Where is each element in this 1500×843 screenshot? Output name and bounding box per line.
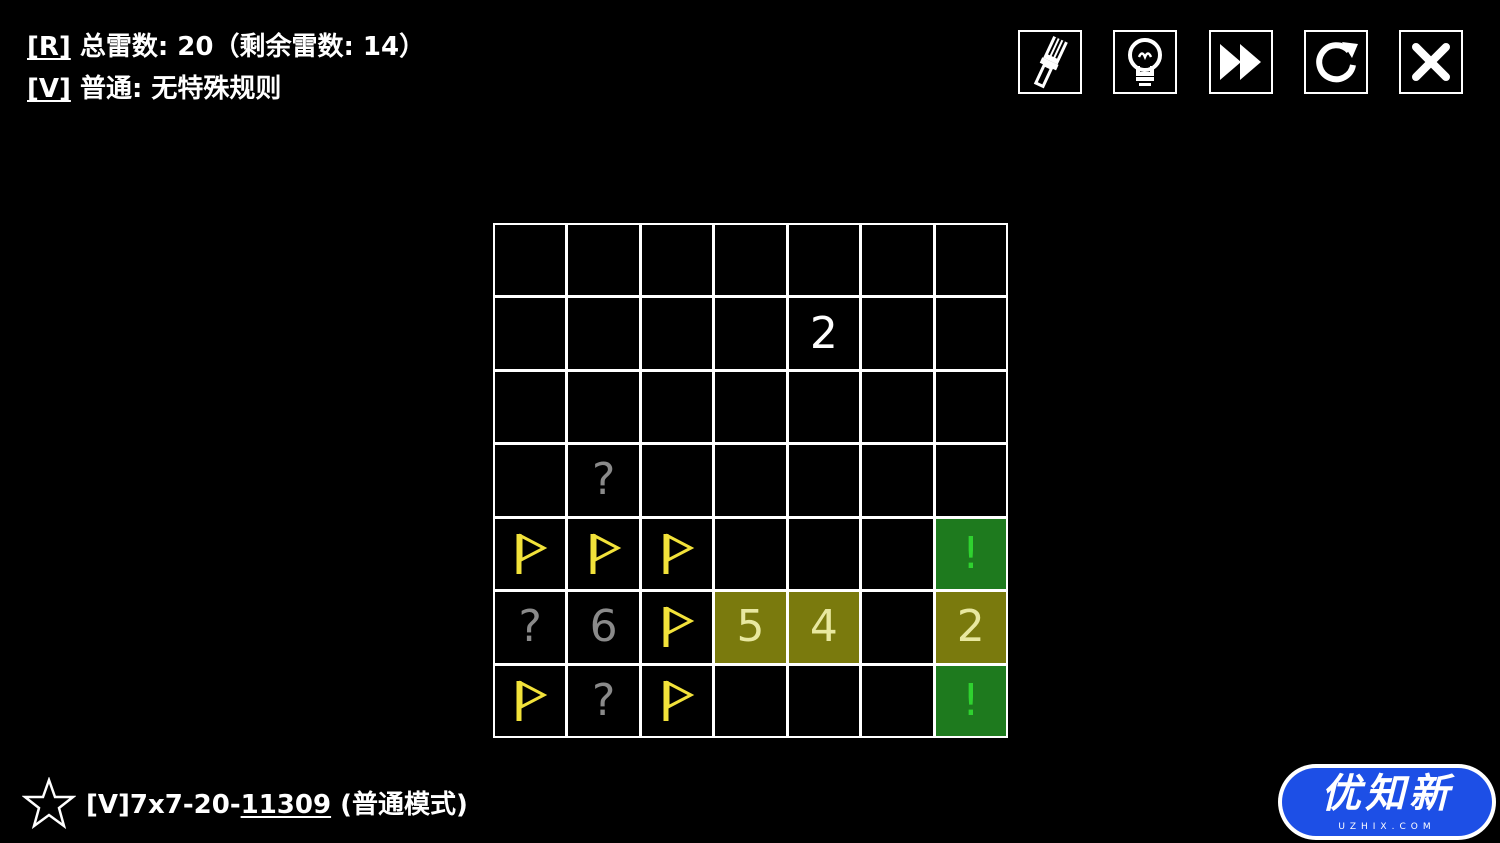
board-cell[interactable] [493,223,568,298]
restart-button[interactable] [1304,30,1368,94]
board-cell[interactable] [639,663,715,738]
rule-line-total-mines: [R] 总雷数: 20（剩余雷数: 14） [27,34,425,60]
cell-safe-mark: ! [961,527,980,579]
board-cell[interactable] [639,516,715,592]
board-cell[interactable] [860,516,935,592]
refresh-icon [1316,42,1358,83]
star-outline-icon[interactable] [22,777,76,829]
close-icon [1412,43,1450,81]
rule-text-total-mines: 总雷数: 20（剩余雷数: 14） [70,32,426,62]
watermark-badge: 优知新 UZHIX.COM [1282,768,1492,836]
board-cell[interactable] [713,296,788,371]
flag-icon [516,533,548,574]
puzzle-mode: (普通模式) [331,790,468,820]
cell-number: 5 [736,601,765,653]
board-cell[interactable]: ? [493,590,568,665]
board-cell[interactable] [639,590,715,665]
board-cell[interactable]: ? [566,663,641,738]
flag-icon [590,533,621,574]
board-cell[interactable] [786,443,862,518]
board-cell[interactable] [639,223,715,298]
flag-icon [516,680,548,721]
puzzle-id-number[interactable]: 11309 [241,790,331,820]
board-cell[interactable] [786,663,862,738]
board-cell[interactable] [493,516,568,592]
board-cell[interactable] [860,663,935,738]
board-cell[interactable] [713,369,788,445]
board-cell[interactable]: ! [933,516,1008,592]
board-cell[interactable] [713,663,788,738]
board-cell[interactable]: 2 [786,296,862,371]
watermark-title: 优知新 [1321,771,1453,817]
minesweeper-board: 2?!? 6 5 4 2?! [493,223,1008,738]
puzzle-id-label: [V]7x7-20-11309 (普通模式) [86,792,468,818]
rule-text-variant: 普通: 无特殊规则 [70,74,282,104]
flag-icon [663,606,695,648]
board-cell[interactable] [786,516,862,592]
board-cell[interactable] [713,516,788,592]
board-cell[interactable]: 6 [566,590,641,665]
board-cell[interactable] [860,443,935,518]
board-cell[interactable] [860,296,935,371]
board-cell[interactable]: 4 [786,590,862,665]
rule-prefix-r[interactable]: [R] [27,32,71,62]
board-cell[interactable] [860,590,935,665]
cell-question-mark: ? [518,601,542,653]
board-cell[interactable] [713,443,788,518]
board-cell[interactable]: ! [933,663,1008,738]
board-cell[interactable] [786,369,862,445]
close-button[interactable] [1399,30,1463,94]
lightbulb-icon [1128,38,1162,86]
watermark-subtitle: UZHIX.COM [1338,822,1436,832]
flag-icon [663,680,695,721]
board-cell[interactable] [493,443,568,518]
rule-prefix-v[interactable]: [V] [27,74,71,104]
hint-button[interactable] [1113,30,1177,94]
board-cell[interactable] [566,516,641,592]
board-cell[interactable] [493,663,568,738]
board-cell[interactable] [713,223,788,298]
board-cell[interactable] [786,223,862,298]
cell-number: 2 [956,601,985,653]
board-cell[interactable]: ? [566,443,641,518]
cell-number: 6 [589,601,618,653]
board-cell[interactable] [639,296,715,371]
cell-safe-mark: ! [961,674,980,726]
board-cell[interactable] [566,296,641,371]
board-cell[interactable]: 2 [933,590,1008,665]
brush-button[interactable] [1018,30,1082,94]
board-cell[interactable] [493,296,568,371]
board-cell[interactable]: 5 [713,590,788,665]
board-cell[interactable] [566,223,641,298]
board-cell[interactable] [639,369,715,445]
board-cell[interactable] [639,443,715,518]
cell-question-mark: ? [591,454,616,506]
cell-question-mark: ? [591,674,616,726]
watermark-logo: 优知新 UZHIX.COM [1278,764,1496,840]
skip-button[interactable] [1209,30,1273,94]
board-cell[interactable] [933,296,1008,371]
puzzle-id-prefix: [V]7x7-20- [86,790,241,820]
board-cell[interactable] [493,369,568,445]
board-cell[interactable] [860,369,935,445]
board-cell[interactable] [933,443,1008,518]
rule-line-variant: [V] 普通: 无特殊规则 [27,76,281,102]
cell-number: 2 [809,307,838,359]
board-cell[interactable] [933,223,1008,298]
board-cell[interactable] [860,223,935,298]
fast-forward-icon [1220,44,1261,80]
brush-icon [1033,35,1068,89]
board-cell[interactable] [933,369,1008,445]
flag-icon [663,533,695,574]
game-screen: [R] 总雷数: 20（剩余雷数: 14） [V] 普通: 无特殊规则 2 ? … [0,0,1500,843]
board-cell[interactable] [566,369,641,445]
cell-number: 4 [809,601,838,653]
